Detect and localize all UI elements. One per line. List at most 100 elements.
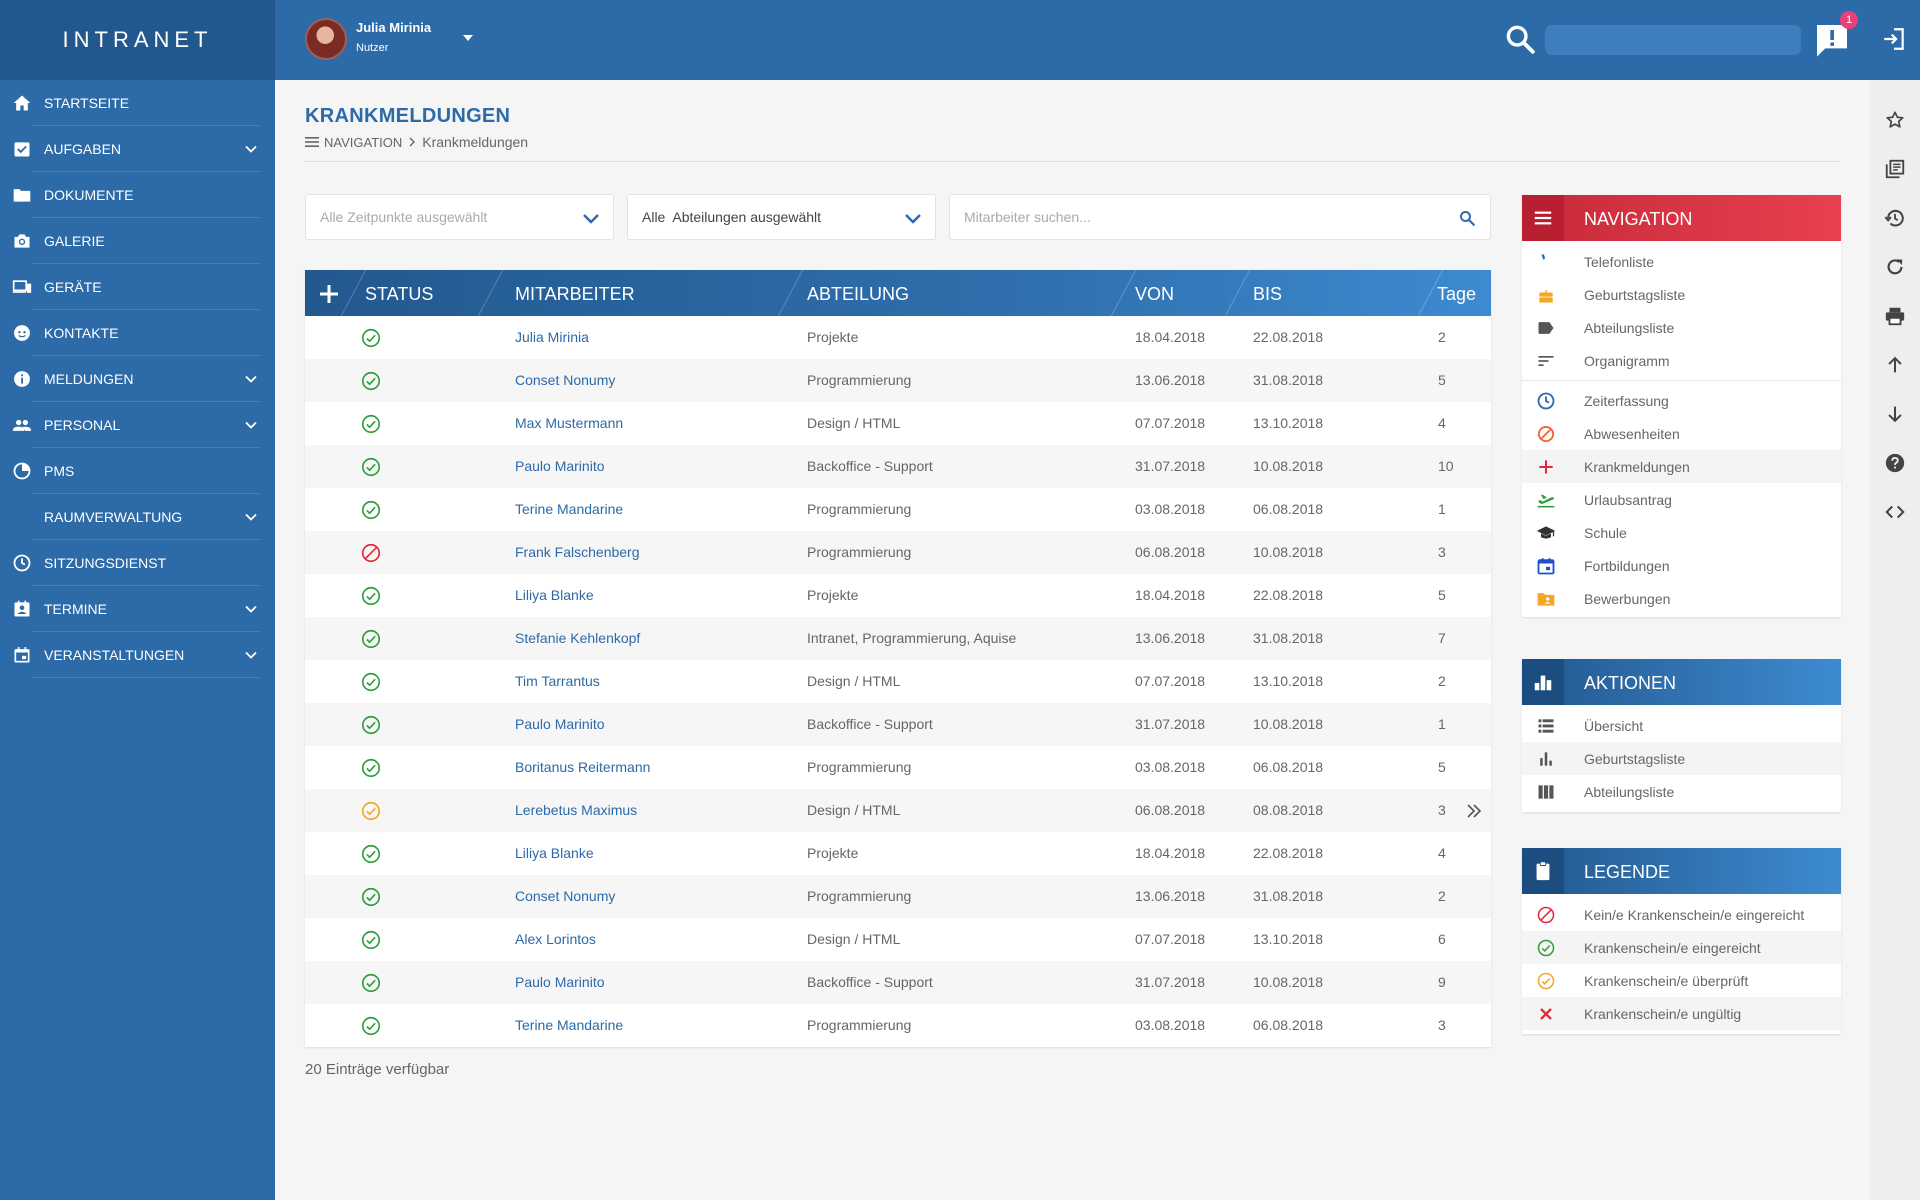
library-books-icon[interactable] — [1884, 158, 1906, 180]
employee-name-link[interactable]: Terine Mandarine — [515, 501, 623, 517]
breadcrumb-root[interactable]: NAVIGATION — [324, 135, 402, 150]
sidebar-item-termine[interactable]: TERMINE — [0, 586, 275, 632]
date-to-cell: 31.08.2018 — [1253, 888, 1324, 904]
employee-name-link[interactable]: Paulo Marinito — [515, 458, 605, 474]
nav-panel-item-fortbildungen[interactable]: Fortbildungen — [1522, 549, 1841, 582]
employee-name-link[interactable]: Conset Nonumy — [515, 372, 615, 388]
arrow-down-icon[interactable] — [1884, 403, 1906, 425]
table-row[interactable]: Lerebetus Maximus Design / HTML 06.08.2018… — [305, 789, 1491, 832]
help-icon[interactable] — [1884, 452, 1906, 474]
employee-name-link[interactable]: Paulo Marinito — [515, 716, 605, 732]
table-row[interactable]: Frank Falschenberg Programmierung 06.08.20… — [305, 531, 1491, 574]
nav-panel-item-krankmeldungen[interactable]: Krankmeldungen — [1522, 450, 1841, 483]
table-row[interactable]: Paulo Marinito Backoffice - Support 31.07.… — [305, 445, 1491, 488]
time-filter-select[interactable]: Alle Zeitpunkte ausgewählt — [305, 194, 614, 240]
nav-panel-item-zeiterfassung[interactable]: Zeiterfassung — [1522, 384, 1841, 417]
department-filter-select[interactable]: Alle Abteilungen ausgewählt — [627, 194, 936, 240]
sidebar-item-personal[interactable]: PERSONAL — [0, 402, 275, 448]
header-search-input[interactable] — [1545, 25, 1801, 55]
employee-name-link[interactable]: Liliya Blanke — [515, 845, 594, 861]
table-row[interactable]: Conset Nonumy Programmierung 13.06.2018 31.… — [305, 359, 1491, 402]
employee-name-link[interactable]: Frank Falschenberg — [515, 544, 640, 560]
nav-panel-item-geburtstagsliste[interactable]: Geburtstagsliste — [1522, 278, 1841, 311]
nav-panel-item-telefonliste[interactable]: Telefonliste — [1522, 245, 1841, 278]
employee-name-link[interactable]: Alex Lorintos — [515, 931, 596, 947]
double-chevron-right-icon[interactable] — [1465, 802, 1483, 820]
days-cell: 3 — [1438, 544, 1446, 560]
chevron-down-icon[interactable] — [243, 417, 259, 433]
column-header-status[interactable]: STATUS — [365, 284, 433, 305]
sidebar-item-sitzungsdienst[interactable]: SITZUNGSDIENST — [0, 540, 275, 586]
table-row[interactable]: Terine Mandarine Programmierung 03.08.2018… — [305, 488, 1491, 531]
nav-panel-item-schule[interactable]: Schule — [1522, 516, 1841, 549]
nav-panel-item-urlaubsantrag[interactable]: Urlaubsantrag — [1522, 483, 1841, 516]
table-row[interactable]: Julia Mirinia Projekte 18.04.2018 22.08.201… — [305, 316, 1491, 359]
table-row[interactable]: Conset Nonumy Programmierung 13.06.2018 31.… — [305, 875, 1491, 918]
search-icon[interactable] — [1503, 22, 1537, 56]
logout-icon[interactable] — [1881, 26, 1907, 52]
sidebar-item-galerie[interactable]: GALERIE — [0, 218, 275, 264]
employee-name-link[interactable]: Tim Tarrantus — [515, 673, 600, 689]
sidebar-item-aufgaben[interactable]: AUFGABEN — [0, 126, 275, 172]
code-icon[interactable] — [1884, 501, 1906, 523]
sidebar-item-dokumente[interactable]: DOKUMENTE — [0, 172, 275, 218]
arrow-up-icon[interactable] — [1884, 354, 1906, 376]
employee-name-link[interactable]: Max Mustermann — [515, 415, 623, 431]
table-row[interactable]: Paulo Marinito Backoffice - Support 31.07.… — [305, 703, 1491, 746]
column-header-days[interactable]: Tage — [1437, 284, 1476, 305]
table-row[interactable]: Paulo Marinito Backoffice - Support 31.07.… — [305, 961, 1491, 1004]
column-header-from[interactable]: VON — [1135, 284, 1174, 305]
table-row[interactable]: Stefanie Kehlenkopf Intranet, Programmier… — [305, 617, 1491, 660]
sidebar-item-meldungen[interactable]: MELDUNGEN — [0, 356, 275, 402]
column-header-department[interactable]: ABTEILUNG — [807, 284, 909, 305]
sidebar-item-kontakte[interactable]: KONTAKTE — [0, 310, 275, 356]
menu-icon[interactable] — [305, 136, 319, 148]
employee-name-link[interactable]: Boritanus Reitermann — [515, 759, 650, 775]
add-icon[interactable] — [317, 282, 341, 306]
history-icon[interactable] — [1884, 207, 1906, 229]
sidebar-item-veranstaltungen[interactable]: VERANSTALTUNGEN — [0, 632, 275, 678]
avatar[interactable] — [305, 18, 347, 60]
sidebar-item-raumverwaltung[interactable]: RAUMVERWALTUNG — [0, 494, 275, 540]
table-row[interactable]: Liliya Blanke Projekte 18.04.2018 22.08.201… — [305, 832, 1491, 875]
table-row[interactable]: Boritanus Reitermann Programmierung 03.08.… — [305, 746, 1491, 789]
employee-name-link[interactable]: Julia Mirinia — [515, 329, 589, 345]
table-row[interactable]: Max Mustermann Design / HTML 07.07.2018 13.… — [305, 402, 1491, 445]
nav-panel-item-abwesenheiten[interactable]: Abwesenheiten — [1522, 417, 1841, 450]
employee-name-link[interactable]: Terine Mandarine — [515, 1017, 623, 1033]
sidebar-item-ger-te[interactable]: GERÄTE — [0, 264, 275, 310]
print-icon[interactable] — [1884, 305, 1906, 327]
action-item-1[interactable]: Übersicht — [1522, 709, 1841, 742]
search-icon[interactable] — [1458, 209, 1476, 227]
table-row[interactable]: Liliya Blanke Projekte 18.04.2018 22.08.201… — [305, 574, 1491, 617]
chevron-down-icon[interactable] — [243, 647, 259, 663]
chevron-down-icon[interactable] — [243, 601, 259, 617]
refresh-icon[interactable] — [1884, 256, 1906, 278]
table-row[interactable]: Alex Lorintos Design / HTML 07.07.2018 13.1… — [305, 918, 1491, 961]
action-item-2[interactable]: Geburtstagsliste — [1522, 742, 1841, 775]
table-row[interactable]: Terine Mandarine Programmierung 03.08.2018… — [305, 1004, 1491, 1047]
legend-item: Krankenschein/e eingereicht — [1522, 931, 1841, 964]
employee-name-link[interactable]: Conset Nonumy — [515, 888, 615, 904]
app-logo[interactable]: INTRANET — [0, 0, 275, 80]
employee-name-link[interactable]: Lerebetus Maximus — [515, 802, 637, 818]
nav-panel-item-organigramm[interactable]: Organigramm — [1522, 344, 1841, 377]
nav-panel-item-bewerbungen[interactable]: Bewerbungen — [1522, 582, 1841, 615]
employee-name-link[interactable]: Paulo Marinito — [515, 974, 605, 990]
action-item-3[interactable]: Abteilungsliste — [1522, 775, 1841, 808]
user-name[interactable]: Julia Mirinia — [356, 20, 431, 35]
chevron-down-icon[interactable] — [243, 509, 259, 525]
sidebar-item-pms[interactable]: PMS — [0, 448, 275, 494]
employee-name-link[interactable]: Liliya Blanke — [515, 587, 594, 603]
employee-name-link[interactable]: Stefanie Kehlenkopf — [515, 630, 640, 646]
column-header-employee[interactable]: MITARBEITER — [515, 284, 635, 305]
column-header-to[interactable]: BIS — [1253, 284, 1282, 305]
employee-search-input[interactable]: Mitarbeiter suchen... — [949, 194, 1491, 240]
table-row[interactable]: Tim Tarrantus Design / HTML 07.07.2018 13.1… — [305, 660, 1491, 703]
caret-down-icon[interactable] — [458, 30, 478, 46]
sidebar-item-startseite[interactable]: STARTSEITE — [0, 80, 275, 126]
chevron-down-icon[interactable] — [243, 141, 259, 157]
star-icon[interactable] — [1884, 109, 1906, 131]
nav-panel-item-abteilungsliste[interactable]: Abteilungsliste — [1522, 311, 1841, 344]
chevron-down-icon[interactable] — [243, 371, 259, 387]
